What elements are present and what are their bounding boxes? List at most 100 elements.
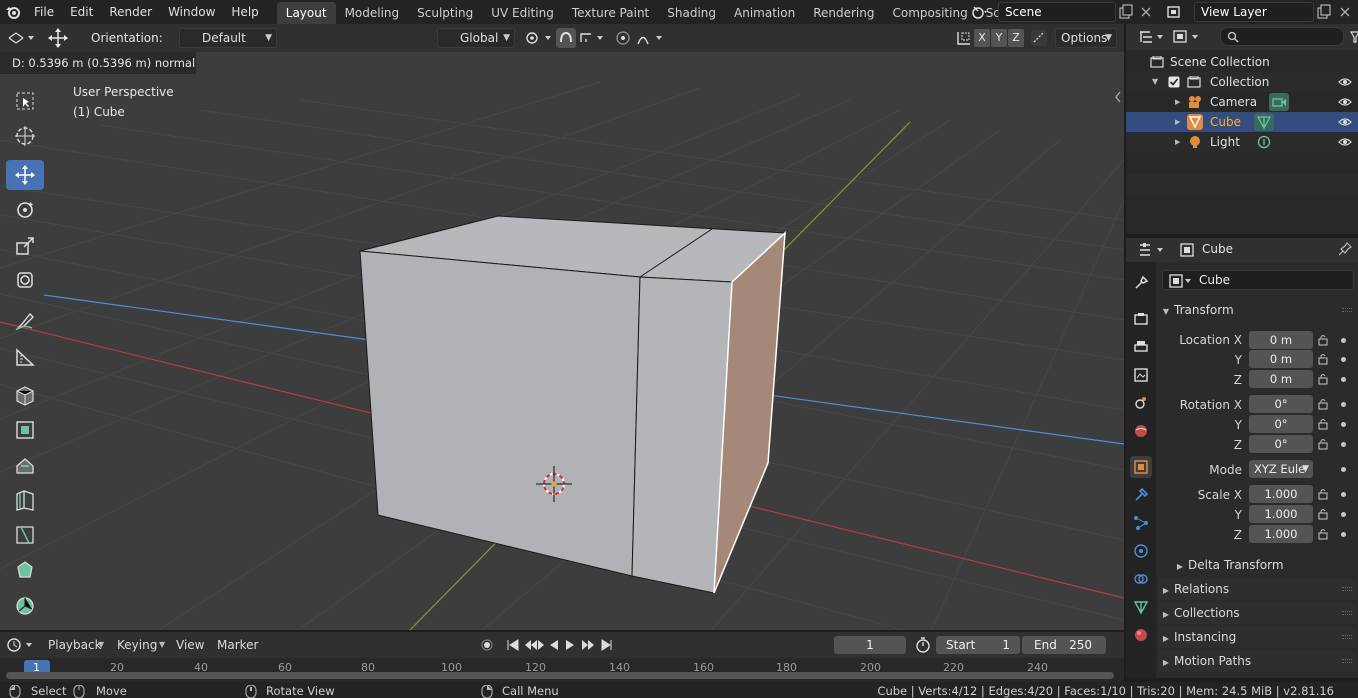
lock-icon[interactable] [1318,373,1328,385]
relations-panel-header[interactable]: ▶ Relations [1158,578,1356,600]
menu-edit[interactable]: Edit [62,0,101,24]
expand-arrow-icon[interactable]: ▶ [1175,112,1180,132]
location-y-field[interactable]: 0 m [1249,350,1313,368]
timeline-scrollbar[interactable] [6,672,1114,679]
proportional-editing-icon[interactable] [614,29,632,47]
camera-data-icon[interactable] [1269,93,1289,111]
axis-x-toggle[interactable]: X [974,29,990,47]
lock-icon[interactable] [1318,418,1328,430]
new-scene-icon[interactable] [1117,3,1135,21]
timeline-editor-icon[interactable] [6,637,36,653]
transform-orientation-dropdown[interactable]: Global ▼ [437,28,515,48]
mesh-data-icon[interactable] [1254,113,1274,131]
poly-build-tool[interactable] [6,555,44,585]
tab-modeling[interactable]: Modeling [336,2,409,24]
expand-arrow-icon[interactable]: ▶ [1175,92,1180,112]
rotation-mode-dropdown[interactable]: XYZ Eule ▼ [1249,460,1313,478]
scale-x-field[interactable]: 1.000 [1249,485,1313,503]
drag-grip-icon[interactable] [1342,659,1352,663]
pivot-point-icon[interactable] [522,29,554,47]
tab-output[interactable] [1130,336,1152,358]
eye-icon[interactable] [1338,136,1352,148]
tab-particles[interactable] [1130,512,1152,534]
location-x-field[interactable]: 0 m [1249,331,1313,349]
add-cube-tool[interactable] [6,380,44,410]
loop-cut-tool[interactable] [6,485,44,515]
snap-icon[interactable] [556,28,576,48]
tab-layout[interactable]: Layout [276,2,336,24]
cursor-tool[interactable] [6,121,44,151]
tab-world[interactable] [1130,420,1152,442]
tab-uv-editing[interactable]: UV Editing [482,2,563,24]
keyframe-dot-icon[interactable] [1341,422,1346,427]
extrude-tool[interactable] [6,415,44,445]
snap-target-icon[interactable] [578,29,606,47]
spin-tool[interactable] [6,591,44,621]
outliner-item-cube[interactable]: ▶ Cube [1126,112,1358,132]
tab-constraints[interactable] [1130,568,1152,590]
rotation-z-field[interactable]: 0° [1249,435,1313,453]
scale-z-field[interactable]: 1.000 [1249,525,1313,543]
close-view-layer-icon[interactable] [1336,3,1354,21]
view-layer-selector[interactable]: View Layer [1194,2,1314,22]
scene-icon[interactable] [970,3,988,21]
tab-render[interactable] [1130,308,1152,330]
options-dropdown[interactable]: Options ▼ [1055,28,1117,48]
drag-grip-icon[interactable] [1342,308,1352,312]
light-data-icon[interactable] [1257,135,1271,149]
menu-help[interactable]: Help [223,0,266,24]
object-name-field[interactable]: Cube [1162,270,1354,290]
sidebar-toggle-icon[interactable] [1114,91,1122,103]
lock-icon[interactable] [1318,488,1328,500]
cube-object[interactable] [359,215,787,594]
keyframe-dot-icon[interactable] [1341,377,1346,382]
keyframe-dot-icon[interactable] [1341,492,1346,497]
tab-scene[interactable] [1130,392,1152,414]
rotation-y-field[interactable]: 0° [1249,415,1313,433]
keying-menu[interactable]: Keying [117,632,157,658]
scene-selector[interactable]: Scene [998,2,1116,22]
orientation-dropdown[interactable]: Default ▼ [179,28,277,48]
lock-icon[interactable] [1318,353,1328,365]
lock-icon[interactable] [1318,528,1328,540]
new-view-layer-icon[interactable] [1315,3,1333,21]
view-layer-icon[interactable] [1165,3,1183,21]
keyframe-dot-icon[interactable] [1341,467,1346,472]
keyframe-dot-icon[interactable] [1341,402,1346,407]
instancing-panel-header[interactable]: ▶ Instancing [1158,626,1356,648]
keyframe-dot-icon[interactable] [1341,338,1346,343]
transform-tool[interactable] [6,265,44,295]
tab-physics[interactable] [1130,540,1152,562]
axis-z-toggle[interactable]: Z [1008,29,1024,47]
tab-shading[interactable]: Shading [658,2,725,24]
motion-paths-panel-header[interactable]: ▶ Motion Paths [1158,650,1356,672]
tab-view-layer[interactable] [1130,364,1152,386]
move-tool[interactable] [6,160,44,190]
tab-animation[interactable]: Animation [725,2,804,24]
eye-icon[interactable] [1338,116,1352,128]
falloff-icon[interactable] [636,29,666,47]
checkbox-icon[interactable] [1168,76,1180,88]
keyframe-dot-icon[interactable] [1341,357,1346,362]
outliner-editor-icon[interactable] [1138,29,1166,45]
outliner-search-input[interactable] [1220,27,1344,46]
rotate-tool[interactable] [6,195,44,225]
tab-texture-paint[interactable]: Texture Paint [563,2,658,24]
rotation-x-field[interactable]: 0° [1249,395,1313,413]
delta-transform-subpanel[interactable]: ▶ Delta Transform [1172,554,1354,576]
scale-y-field[interactable]: 1.000 [1249,505,1313,523]
select-box-tool[interactable] [6,86,44,116]
knife-tool[interactable] [6,520,44,550]
close-scene-icon[interactable] [1137,3,1155,21]
outliner-collection[interactable]: ▼ Collection [1126,72,1358,92]
lock-icon[interactable] [1318,508,1328,520]
auto-merge-icon[interactable] [1030,29,1048,47]
outliner-item-light[interactable]: ▶ Light [1126,132,1358,152]
inset-tool[interactable] [6,450,44,480]
scale-tool[interactable] [6,231,44,261]
tab-tool[interactable] [1130,272,1152,294]
drag-grip-icon[interactable] [1342,635,1352,639]
end-frame-field[interactable]: End 250 [1022,636,1106,654]
tab-rendering[interactable]: Rendering [804,2,883,24]
lock-icon[interactable] [1318,398,1328,410]
